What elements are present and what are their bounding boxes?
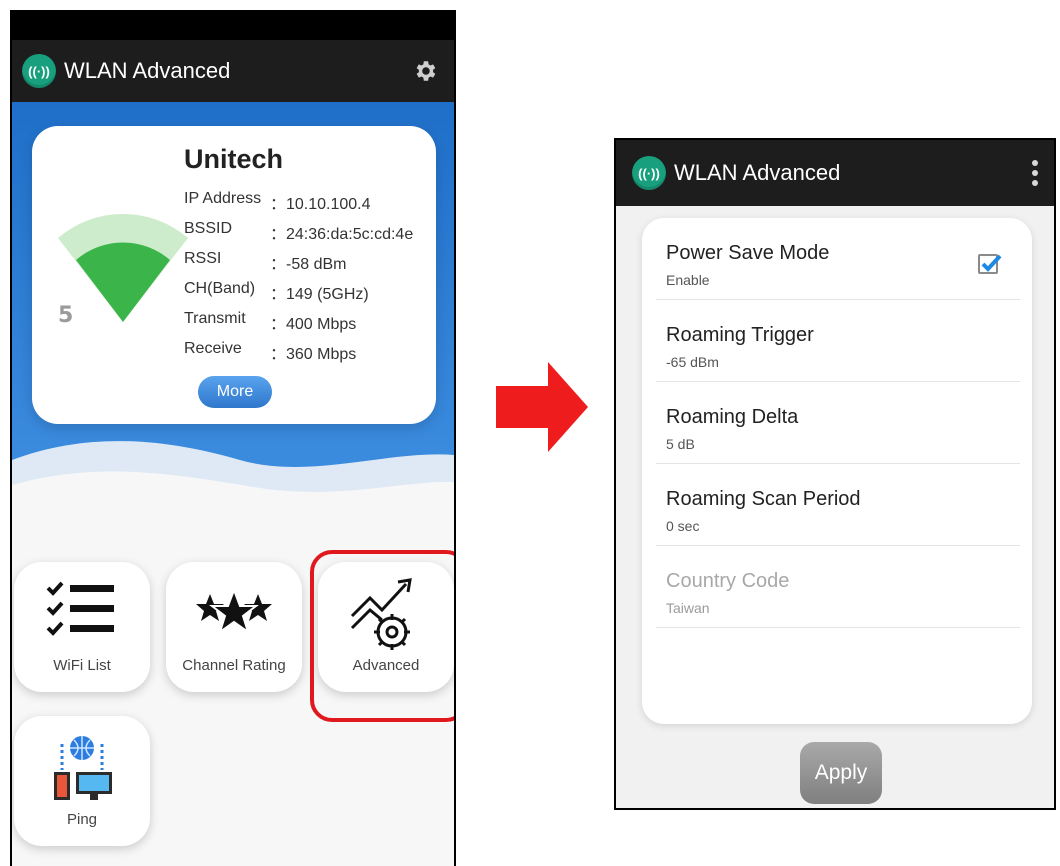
info-label: Receive xyxy=(184,340,242,357)
tile-ping[interactable]: Ping xyxy=(14,716,150,846)
setting-value: 0 sec xyxy=(666,518,700,534)
settings-card: Power Save Mode Enable Roaming Trigger -… xyxy=(642,218,1032,724)
more-button[interactable]: More xyxy=(198,376,272,408)
network-info-card: 5 Unitech IP Address ：10.10.100.4 BSSID … xyxy=(32,126,436,424)
setting-roaming-scan-period[interactable]: Roaming Scan Period 0 sec xyxy=(656,464,1020,546)
advanced-settings-screen: ((·)) WLAN Advanced Power Save Mode Enab… xyxy=(614,138,1056,810)
info-label: CH(Band) xyxy=(184,280,256,297)
setting-value: -65 dBm xyxy=(666,354,719,370)
checkmark-icon xyxy=(981,254,1002,272)
info-value: ：-58 dBm xyxy=(270,256,347,273)
setting-value: Taiwan xyxy=(666,600,710,616)
info-value: ：400 Mbps xyxy=(270,316,357,333)
app-title: WLAN Advanced xyxy=(674,160,841,185)
setting-title: Roaming Scan Period xyxy=(666,488,861,510)
setting-value: Enable xyxy=(666,272,710,288)
network-details: IP Address ：10.10.100.4 BSSID ：24:36:da:… xyxy=(184,190,413,370)
setting-roaming-delta[interactable]: Roaming Delta 5 dB xyxy=(656,382,1020,464)
status-bar xyxy=(12,10,454,40)
wave-decoration xyxy=(12,441,454,520)
info-row-rssi: RSSI ：-58 dBm xyxy=(184,250,413,280)
setting-power-save-mode[interactable]: Power Save Mode Enable xyxy=(656,218,1020,300)
app-logo-icon: ((·)) xyxy=(22,54,56,88)
setting-country-code: Country Code Taiwan xyxy=(656,546,1020,628)
stars-icon xyxy=(196,587,272,635)
tile-wifi-list[interactable]: WiFi List xyxy=(14,562,150,692)
tile-label: Channel Rating xyxy=(182,657,286,674)
info-label: BSSID xyxy=(184,220,233,237)
band-5g-icon: 5 xyxy=(58,303,73,328)
setting-value: 5 dB xyxy=(666,436,695,452)
info-value: ：24:36:da:5c:cd:4e xyxy=(270,226,414,243)
info-label: RSSI xyxy=(184,250,222,267)
setting-title: Roaming Delta xyxy=(666,406,799,428)
setting-roaming-trigger[interactable]: Roaming Trigger -65 dBm xyxy=(656,300,1020,382)
arrow-right-icon xyxy=(496,362,588,452)
tile-label: Ping xyxy=(66,811,98,828)
info-label: Transmit xyxy=(184,310,246,327)
setting-title: Roaming Trigger xyxy=(666,324,814,346)
info-row-ip: IP Address ：10.10.100.4 xyxy=(184,190,413,220)
app-bar: ((·)) WLAN Advanced xyxy=(12,40,454,102)
power-save-checkbox[interactable] xyxy=(978,254,1002,274)
tile-channel-rating[interactable]: Channel Rating xyxy=(166,562,302,692)
tile-label: WiFi List xyxy=(53,657,111,674)
network-computers-icon xyxy=(54,736,112,800)
app-logo-icon: ((·)) xyxy=(632,156,666,190)
info-value: ：360 Mbps xyxy=(270,346,357,363)
advanced-highlight-box xyxy=(310,550,454,722)
gear-icon[interactable] xyxy=(412,58,438,84)
app-bar: ((·)) WLAN Advanced xyxy=(616,140,1054,206)
apply-button[interactable]: Apply xyxy=(800,742,882,804)
info-row-receive: Receive ：360 Mbps xyxy=(184,340,413,370)
info-label: IP Address xyxy=(184,190,262,207)
info-value: ：10.10.100.4 xyxy=(270,196,371,213)
checklist-icon xyxy=(46,581,114,636)
info-value: ：149 (5GHz) xyxy=(270,286,369,303)
setting-title: Country Code xyxy=(666,570,790,592)
info-row-bssid: BSSID ：24:36:da:5c:cd:4e xyxy=(184,220,413,250)
setting-title: Power Save Mode xyxy=(666,242,830,264)
main-screen: ((·)) WLAN Advanced 5 Unitech IP Address… xyxy=(10,10,456,866)
info-row-channel: CH(Band) ：149 (5GHz) xyxy=(184,280,413,310)
app-title: WLAN Advanced xyxy=(64,58,231,83)
overflow-menu-icon[interactable] xyxy=(1032,160,1040,186)
ssid-name: Unitech xyxy=(184,144,284,174)
wifi-signal-icon: 5 xyxy=(58,213,188,328)
info-row-transmit: Transmit ：400 Mbps xyxy=(184,310,413,340)
